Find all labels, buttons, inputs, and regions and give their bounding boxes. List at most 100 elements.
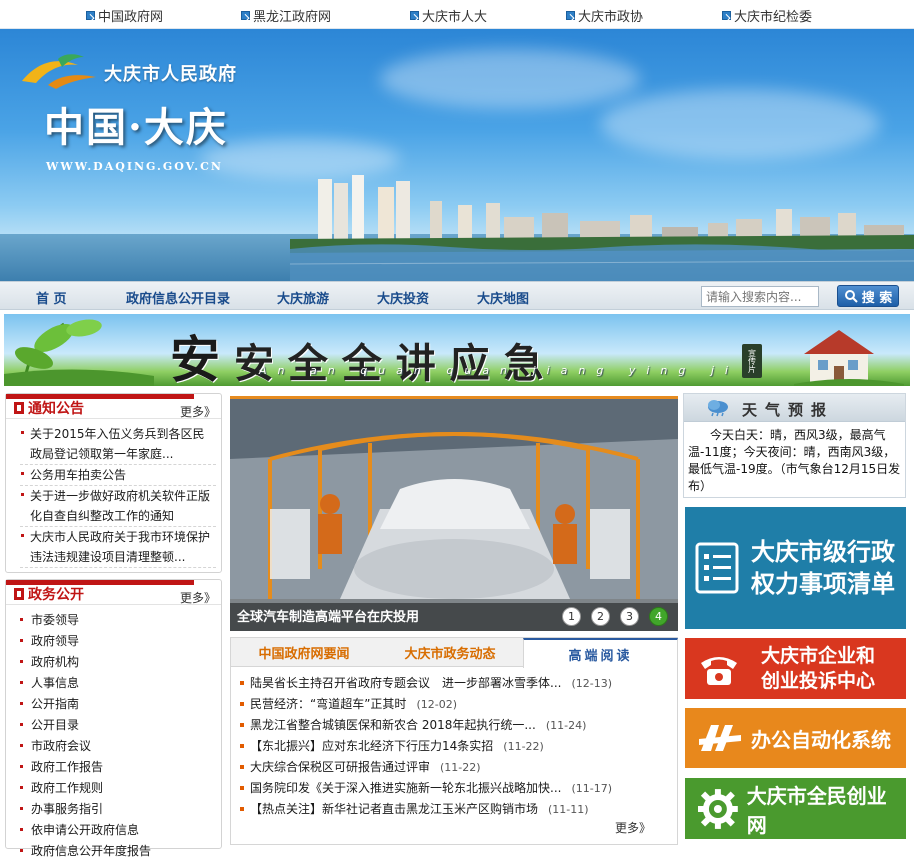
complaint-center-link[interactable]: 大庆市企业和 创业投诉中心 — [685, 638, 906, 699]
gov-name: 大庆市人民政府 — [104, 64, 237, 85]
gov-affairs-item[interactable]: 政府领导 — [16, 631, 216, 652]
weather-forecast-text: 今天白天：晴，西风3级，最高气温-11度；今天夜间：晴，西南风3级，最低气温-1… — [688, 428, 901, 493]
slogan-rest: 安 全 全 讲 应 急 — [233, 340, 544, 386]
gov-affairs-item[interactable]: 政府工作规则 — [16, 778, 216, 799]
top-links-bar: 中国政府网 黑龙江政府网 大庆市人大 大庆市政协 大庆市纪检委 — [0, 0, 914, 29]
gov-affairs-item[interactable]: 政府机构 — [16, 652, 216, 673]
cloud-rain-icon — [708, 400, 728, 417]
news-row[interactable]: 大庆综合保税区可研报告通过评审 (11-22) — [238, 757, 670, 778]
news-title: 大庆综合保税区可研报告通过评审 — [250, 760, 431, 774]
notice-item[interactable]: 关于2015年入伍义务兵到各区民政局登记领取第一年家庭... — [20, 424, 216, 465]
news-slideshow[interactable]: 全球汽车制造高端平台在庆投用 1 2 3 4 — [230, 396, 678, 631]
gov-affairs-item[interactable]: 公开指南 — [16, 694, 216, 715]
gov-affairs-item[interactable]: 依申请公开政府信息 — [16, 820, 216, 841]
gov-affairs-list: 市委领导 政府领导 政府机构 人事信息 公开指南 公开目录 市政府会议 政府工作… — [16, 610, 216, 862]
telephone-icon — [701, 656, 737, 685]
gov-affairs-more-link[interactable]: 更多》 — [180, 589, 216, 606]
news-title: 国务院印发《关于深入推进实施新一轮东北振兴战略加快... — [250, 781, 562, 795]
weather-header: 天气预报 — [684, 394, 905, 422]
news-row[interactable]: 陆昊省长主持召开省政府专题会议 进一步部署冰雪季体... (12-13) — [238, 673, 670, 694]
notice-item[interactable]: 大庆市人民政府关于我市环境保护违法违规建设项目清理整顿... — [20, 527, 216, 568]
search-button[interactable]: 搜 索 — [837, 285, 899, 307]
slogan-pinyin: An an quan quan jiang ying ji — [259, 364, 739, 377]
news-title: 陆昊省长主持召开省政府专题会议 进一步部署冰雪季体... — [250, 676, 562, 690]
entrepreneurship-label: 大庆市全民创业网 — [746, 783, 887, 837]
header-banner: 大庆市人民政府 中国·大庆 WWW.DAQING.GOV.CN — [0, 29, 914, 281]
top-link-daqing-discipline[interactable]: 大庆市纪检委 — [722, 6, 812, 25]
notice-title: 通知公告 — [28, 401, 84, 417]
gov-affairs-header: 政务公开 更多》 — [6, 580, 221, 605]
slide-dot-2[interactable]: 2 — [591, 607, 610, 626]
gov-affairs-panel: 政务公开 更多》 市委领导 政府领导 政府机构 人事信息 公开指南 公开目录 市… — [5, 579, 222, 858]
notice-more-link[interactable]: 更多》 — [180, 403, 216, 420]
top-link-heilongjiang-gov[interactable]: 黑龙江政府网 — [241, 6, 331, 25]
tab-high-end-reading[interactable]: 高端阅读 — [523, 638, 678, 668]
news-row[interactable]: 黑龙江省整合城镇医保和新农合 2018年起执行统一... (11-24) — [238, 715, 670, 736]
nav-home[interactable]: 首 页 — [36, 288, 67, 307]
admin-power-list-link[interactable]: 大庆市级行政 权力事项清单 — [685, 507, 906, 629]
gov-affairs-item[interactable]: 市政府会议 — [16, 736, 216, 757]
news-title: 【东北振兴】应对东北经济下行压力14条实招 — [250, 739, 494, 753]
admin-power-list-line1: 大庆市级行政 — [751, 538, 895, 566]
tab-china-gov-news[interactable]: 中国政府网要闻 — [231, 638, 377, 667]
gov-affairs-item[interactable]: 政府工作报告 — [16, 757, 216, 778]
news-date: (11-24) — [545, 719, 587, 732]
news-tabs-panel: 中国政府网要闻 大庆市政务动态 高端阅读 陆昊省长主持召开省政府专题会议 进一步… — [230, 637, 678, 845]
news-date: (11-11) — [548, 803, 589, 816]
news-row[interactable]: 【热点关注】新华社记者直击黑龙江玉米产区购销市场 (11-11) — [238, 799, 670, 820]
slide-caption[interactable]: 全球汽车制造高端平台在庆投用 — [237, 606, 419, 625]
car-factory-photo — [230, 399, 678, 631]
notice-item[interactable]: 关于进一步做好政府机关软件正版化自查自纠整改工作的通知 — [20, 486, 216, 527]
tab-daqing-gov-news[interactable]: 大庆市政务动态 — [377, 638, 523, 667]
nav-investment[interactable]: 大庆投资 — [377, 288, 429, 307]
search-button-label: 搜 索 — [861, 290, 893, 306]
gov-affairs-item[interactable]: 人事信息 — [16, 673, 216, 694]
slide-dot-4[interactable]: 4 — [649, 607, 668, 626]
link-square-icon — [566, 11, 575, 20]
nav-info-catalog[interactable]: 政府信息公开目录 — [126, 288, 230, 307]
news-row[interactable]: 民营经济：“弯道超车”正其时 (12-02) — [238, 694, 670, 715]
house-illustration — [794, 330, 904, 386]
main-nav: 首 页 政府信息公开目录 大庆旅游 大庆投资 大庆地图 搜 索 — [0, 281, 914, 310]
complaint-center-text: 大庆市企业和 创业投诉中心 — [761, 644, 875, 694]
slide-pager: 1 2 3 4 — [562, 607, 668, 626]
list-document-icon — [695, 542, 739, 594]
gov-affairs-item[interactable]: 政府信息公开年度报告 — [16, 841, 216, 862]
weather-panel: 天气预报 今天白天：晴，西风3级，最高气温-11度；今天夜间：晴，西南风3级，最… — [683, 393, 906, 498]
nav-map[interactable]: 大庆地图 — [477, 288, 529, 307]
oa-logo-icon — [699, 725, 741, 751]
notice-panel: 通知公告 更多》 关于2015年入伍义务兵到各区民政局登记领取第一年家庭... … — [5, 393, 222, 573]
news-row[interactable]: 【东北振兴】应对东北经济下行压力14条实招 (11-22) — [238, 736, 670, 757]
entrepreneurship-link[interactable]: 大庆市全民创业网 — [685, 778, 906, 839]
search-input[interactable] — [701, 286, 819, 307]
complaint-center-line2: 创业投诉中心 — [761, 669, 876, 692]
link-square-icon — [241, 11, 250, 20]
site-url: WWW.DAQING.GOV.CN — [46, 160, 223, 173]
gov-affairs-item[interactable]: 办事服务指引 — [16, 799, 216, 820]
slide-dot-3[interactable]: 3 — [620, 607, 639, 626]
top-link-china-gov[interactable]: 中国政府网 — [86, 6, 163, 25]
top-link-daqing-npc[interactable]: 大庆市人大 — [410, 6, 487, 25]
safety-promo-banner[interactable]: 安 安 全 全 讲 应 急 An an quan quan jiang ying… — [4, 314, 910, 386]
news-row[interactable]: 国务院印发《关于深入推进实施新一轮东北振兴战略加快... (11-17) — [238, 778, 670, 799]
news-date: (12-13) — [571, 677, 612, 690]
news-date: (11-22) — [503, 740, 544, 753]
news-more-link[interactable]: 更多》 — [615, 819, 651, 836]
nav-tourism[interactable]: 大庆旅游 — [277, 288, 329, 307]
slide-dot-1[interactable]: 1 — [562, 607, 581, 626]
site-title: 中国·大庆 — [44, 104, 228, 151]
news-title: 民营经济：“弯道超车”正其时 — [250, 697, 407, 711]
notice-item[interactable]: 公务用车拍卖公告 — [20, 465, 216, 486]
gov-affairs-title: 政务公开 — [28, 587, 84, 603]
top-link-daqing-cppcc[interactable]: 大庆市政协 — [566, 6, 643, 25]
gov-affairs-item[interactable]: 市委领导 — [16, 610, 216, 631]
admin-power-list-text: 大庆市级行政 权力事项清单 — [751, 536, 895, 600]
office-automation-link[interactable]: 办公自动化系统 — [685, 708, 906, 768]
complaint-center-line1: 大庆市企业和 — [761, 644, 876, 667]
news-date: (11-17) — [571, 782, 612, 795]
bookmark-icon — [14, 588, 24, 600]
city-logo-icon — [22, 54, 96, 89]
news-date: (12-02) — [416, 698, 457, 711]
gov-affairs-item[interactable]: 公开目录 — [16, 715, 216, 736]
notice-panel-header: 通知公告 更多》 — [6, 394, 221, 419]
